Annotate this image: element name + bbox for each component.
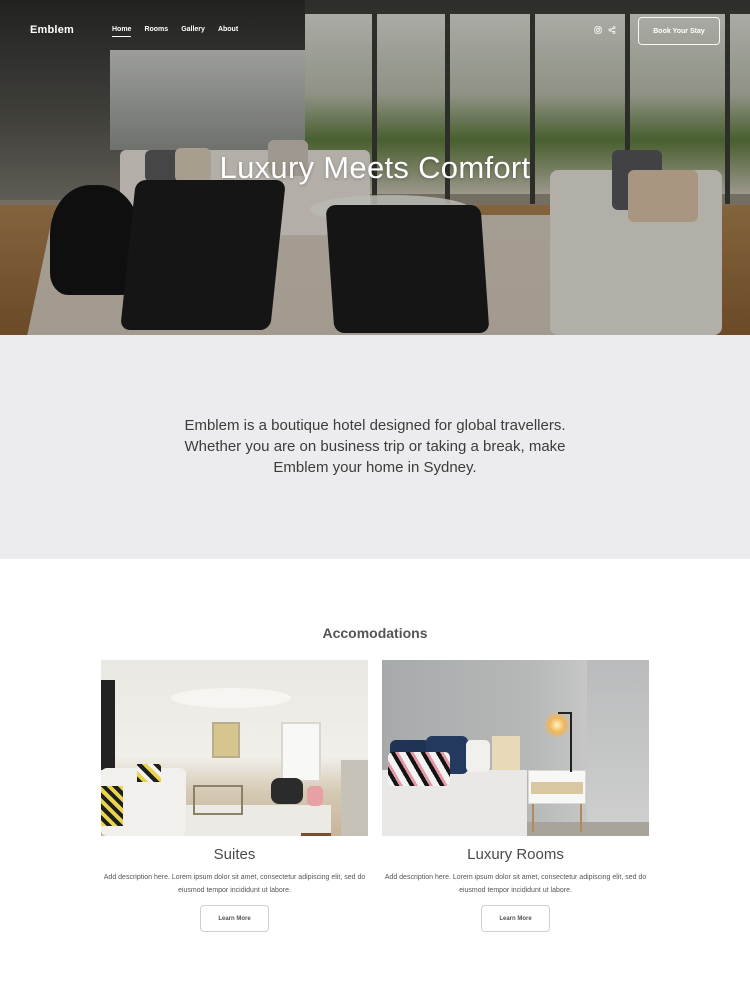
book-your-stay-button[interactable]: Book Your Stay bbox=[638, 17, 720, 45]
learn-more-button[interactable]: Learn More bbox=[481, 905, 550, 932]
luxury-rooms-image bbox=[382, 660, 649, 836]
card-description: Add description here. Lorem ipsum dolor … bbox=[103, 874, 366, 894]
brand-logo[interactable]: Emblem bbox=[30, 24, 74, 36]
nav-link-gallery[interactable]: Gallery bbox=[181, 26, 205, 33]
nav-link-rooms[interactable]: Rooms bbox=[144, 26, 168, 33]
intro-text: Emblem is a boutique hotel designed for … bbox=[184, 417, 566, 476]
card-description: Add description here. Lorem ipsum dolor … bbox=[384, 874, 647, 894]
card-title: Luxury Rooms bbox=[467, 846, 564, 863]
share-icon[interactable] bbox=[608, 26, 616, 34]
card-luxury-rooms: Luxury Rooms Add description here. Lorem… bbox=[382, 660, 649, 932]
intro-section: Emblem is a boutique hotel designed for … bbox=[0, 335, 750, 559]
nav-links: Home Rooms Gallery About bbox=[112, 26, 238, 37]
card-title: Suites bbox=[213, 846, 256, 863]
hero-title: Luxury Meets Comfort bbox=[219, 150, 531, 185]
accommodations-title: Accomodations bbox=[322, 625, 428, 641]
learn-more-button[interactable]: Learn More bbox=[200, 905, 269, 932]
card-suites: Suites Add description here. Lorem ipsum… bbox=[101, 660, 368, 932]
suites-image bbox=[101, 660, 368, 836]
nav-link-home[interactable]: Home bbox=[112, 26, 132, 37]
instagram-icon[interactable] bbox=[594, 26, 602, 34]
top-navigation: Emblem Home Rooms Gallery About Book You… bbox=[0, 0, 750, 62]
nav-link-about[interactable]: About bbox=[218, 26, 238, 33]
hero-section: Emblem Home Rooms Gallery About Book You… bbox=[0, 0, 750, 335]
